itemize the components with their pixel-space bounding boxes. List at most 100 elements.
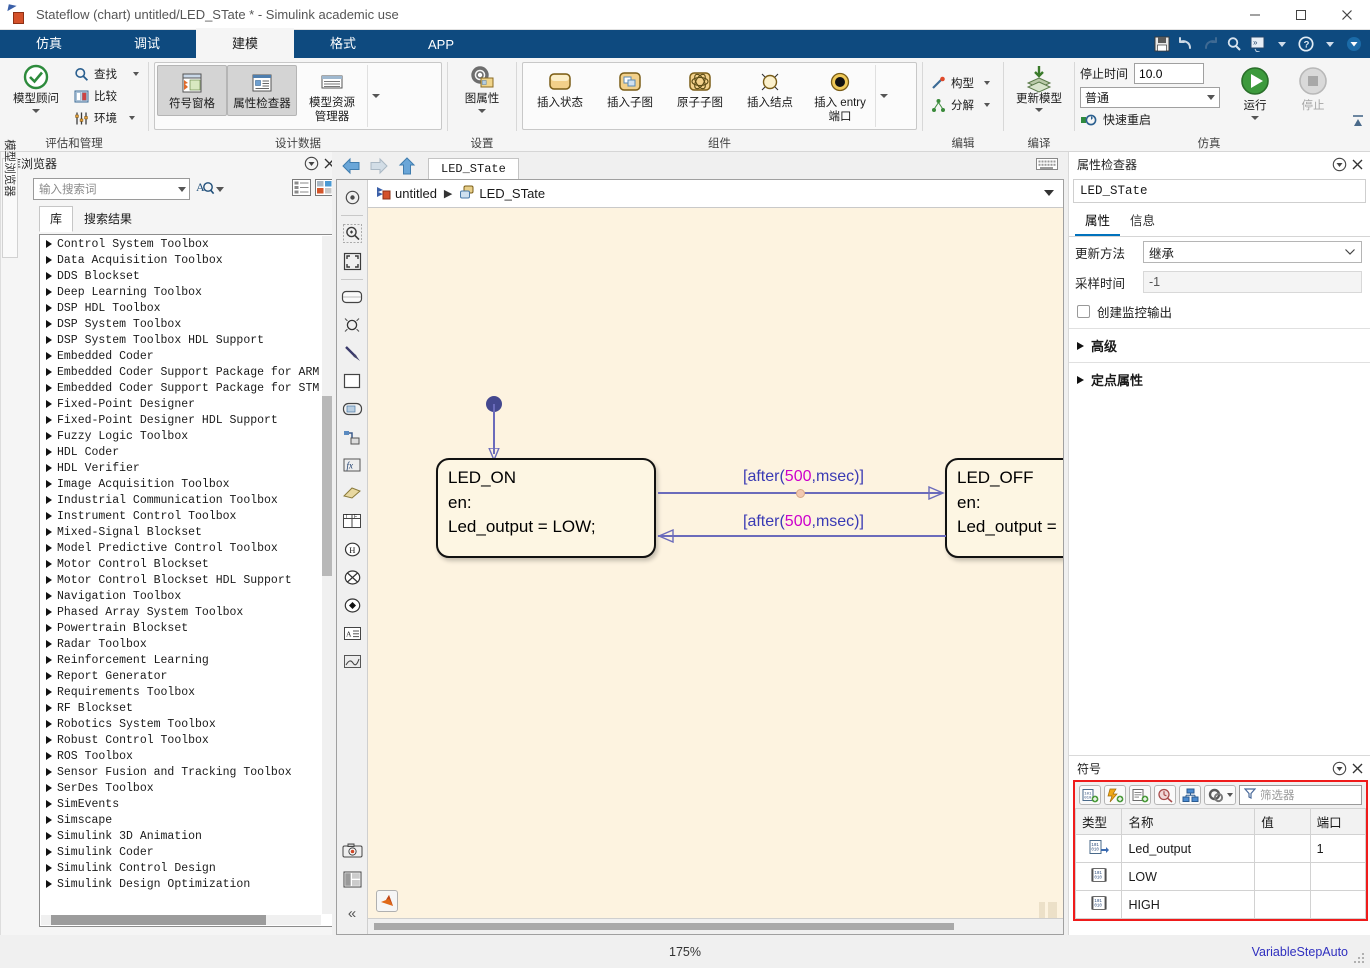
history-junction-icon[interactable]: H [339, 536, 365, 562]
panel-options-icon[interactable] [1330, 155, 1348, 173]
table-row[interactable]: 101 010 LOW [1074, 862, 1367, 891]
inspector-tab-properties[interactable]: 属性 [1075, 206, 1121, 236]
chevron-right-icon[interactable] [46, 800, 52, 808]
symbol-name-cell[interactable]: Led_output [1121, 834, 1256, 863]
chevron-right-icon[interactable] [46, 464, 52, 472]
chevron-right-icon[interactable] [46, 768, 52, 776]
chevron-right-icon[interactable] [46, 752, 52, 760]
symbols-col-value[interactable]: 值 [1254, 808, 1311, 835]
library-tree-item[interactable]: Instrument Control Toolbox [40, 508, 333, 524]
library-tree-item[interactable]: Model Predictive Control Toolbox [40, 540, 333, 556]
chevron-right-icon[interactable] [46, 304, 52, 312]
library-tree-item[interactable]: Fixed-Point Designer HDL Support [40, 412, 333, 428]
chevron-right-icon[interactable] [46, 496, 52, 504]
transition-label-off-to-on[interactable]: [after(500,msec)] [743, 513, 864, 531]
transition-label-on-to-off[interactable]: [after(500,msec)] [743, 468, 864, 486]
symbols-col-port[interactable]: 端口 [1309, 808, 1367, 835]
close-icon[interactable] [1348, 759, 1366, 777]
chevron-down-icon[interactable] [133, 72, 139, 76]
tab-modeling[interactable]: 建模 [196, 28, 294, 58]
chevron-right-icon[interactable] [46, 256, 52, 264]
truth-table-icon[interactable] [339, 480, 365, 506]
chevron-right-icon[interactable] [46, 448, 52, 456]
chevron-down-icon[interactable] [1271, 34, 1292, 55]
library-tree-item[interactable]: Robust Control Toolbox [40, 732, 333, 748]
chevron-right-icon[interactable] [46, 592, 52, 600]
model-advisor-button[interactable]: 模型顾问 [5, 61, 67, 114]
state-led-off[interactable]: LED_OFF en: Led_output = [945, 458, 1063, 558]
library-tree-item[interactable]: Control System Toolbox [40, 236, 333, 252]
chevron-down-icon[interactable] [1319, 34, 1340, 55]
minimize-ribbon-icon[interactable] [1343, 34, 1364, 55]
back-icon[interactable] [340, 156, 362, 176]
chevron-right-icon[interactable] [46, 784, 52, 792]
library-tree-item[interactable]: Simulink Coder [40, 844, 333, 860]
chevron-right-icon[interactable] [46, 672, 52, 680]
table-row[interactable]: 101 010 HIGH [1074, 890, 1367, 919]
library-tree-item[interactable]: Fuzzy Logic Toolbox [40, 428, 333, 444]
chevron-right-icon[interactable] [46, 848, 52, 856]
state-tool-icon[interactable] [339, 284, 365, 310]
chevron-right-icon[interactable] [46, 288, 52, 296]
library-tree-item[interactable]: Embedded Coder Support Package for STM.. [40, 380, 333, 396]
fast-restart-button[interactable]: 快速重启 [1080, 111, 1220, 128]
library-tree-item[interactable]: RF Blockset [40, 700, 333, 716]
library-tree-item[interactable]: Powertrain Blockset [40, 620, 333, 636]
inspector-checkbox-row[interactable]: 创建监控输出 [1069, 297, 1370, 328]
junction-tool-icon[interactable] [339, 312, 365, 338]
collapse-toolbar-icon[interactable]: « [339, 900, 365, 926]
chevron-down-icon[interactable] [478, 109, 486, 114]
search-icon[interactable] [1223, 34, 1244, 55]
model-explorer-button[interactable]: 模型资源 管理器 [297, 65, 367, 128]
library-tree-item[interactable]: DSP System Toolbox [40, 316, 333, 332]
chevron-right-icon[interactable] [46, 528, 52, 536]
keyboard-icon[interactable] [1036, 157, 1058, 174]
library-tree[interactable]: Control System Toolbox Data Acquisition T… [39, 234, 335, 927]
library-search-input[interactable]: 输入搜索词 [33, 178, 190, 200]
symbol-value-cell[interactable] [1254, 834, 1311, 863]
resolve-icon[interactable] [1154, 785, 1176, 805]
minimize-button[interactable] [1232, 0, 1278, 30]
list-view-icon[interactable] [292, 179, 312, 199]
settings-icon[interactable] [1204, 785, 1236, 805]
decompose-button[interactable]: 分解 [928, 94, 992, 116]
table-row[interactable]: 101 010 Led_output 1 [1074, 834, 1367, 863]
tree-view-icon[interactable] [1179, 785, 1201, 805]
library-tree-item[interactable]: Simulink Design Optimization [40, 876, 333, 892]
components-more-button[interactable] [875, 65, 891, 127]
layout-panels-icon[interactable] [339, 866, 365, 892]
library-tree-item[interactable]: Simulink Control Design [40, 860, 333, 876]
panel-options-icon[interactable] [302, 154, 320, 172]
insert-state-button[interactable]: 插入状态 [525, 65, 595, 114]
help-icon[interactable]: ? [1295, 34, 1316, 55]
add-event-icon[interactable] [1104, 785, 1126, 805]
transition-off-to-on-line[interactable] [658, 535, 946, 537]
chart-properties-button[interactable]: 图属性 [453, 61, 511, 114]
chevron-right-icon[interactable] [46, 368, 52, 376]
library-tree-hscrollbar[interactable] [41, 915, 322, 925]
zoom-in-icon[interactable] [339, 220, 365, 246]
pan-icon[interactable] [339, 184, 365, 210]
box-tool-icon[interactable] [339, 368, 365, 394]
breadcrumb-root[interactable]: untitled [395, 186, 437, 201]
inspector-accordion-fixed-point[interactable]: 定点属性 [1069, 362, 1370, 396]
matlab-function-icon[interactable]: fx [339, 452, 365, 478]
state-led-on[interactable]: LED_ON en: Led_output = LOW; [436, 458, 656, 558]
chevron-right-icon[interactable] [46, 384, 52, 392]
symbol-port-cell[interactable] [1309, 862, 1367, 891]
library-tree-item[interactable]: Motor Control Blockset HDL Support [40, 572, 333, 588]
search-options-button[interactable]: A [196, 178, 224, 200]
snapshot-icon[interactable] [339, 838, 365, 864]
close-button[interactable] [1324, 0, 1370, 30]
resize-gripper[interactable] [1354, 953, 1366, 965]
maximize-button[interactable] [1278, 0, 1324, 30]
library-tree-item[interactable]: Robotics System Toolbox [40, 716, 333, 732]
library-tree-item[interactable]: DDS Blockset [40, 268, 333, 284]
transition-tool-icon[interactable] [339, 340, 365, 366]
chevron-right-icon[interactable] [46, 480, 52, 488]
library-tree-item[interactable]: Reinforcement Learning [40, 652, 333, 668]
chevron-right-icon[interactable] [46, 336, 52, 344]
add-data-icon[interactable]: 101 010 [1079, 785, 1101, 805]
insert-entry-port-button[interactable]: 插入 entry 端口 [805, 65, 875, 128]
tab-app[interactable]: APP [392, 32, 490, 58]
